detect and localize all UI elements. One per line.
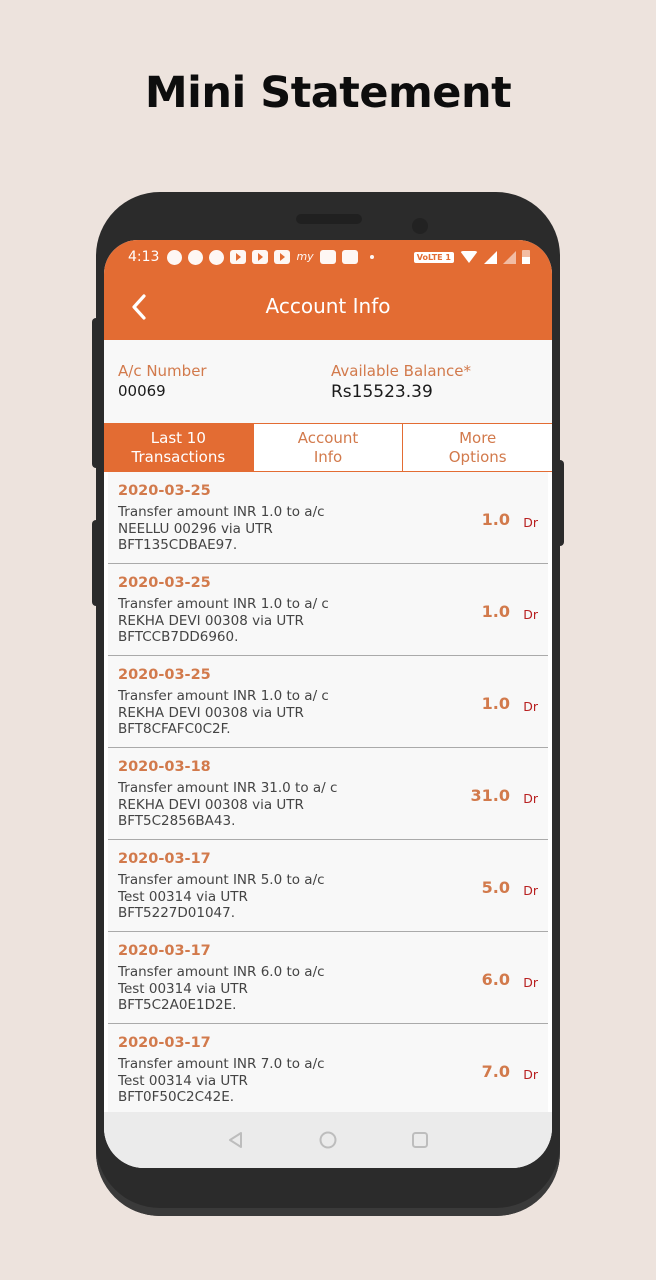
transaction-amount: 31.0 (470, 786, 510, 805)
tab-account-info[interactable]: Account Info (254, 424, 404, 471)
transaction-date: 2020-03-18 (118, 759, 211, 775)
transaction-list[interactable]: 2020-03-25 Transfer amount INR 1.0 to a/c… (104, 472, 552, 1112)
page-title: Account Info (265, 294, 391, 318)
system-nav-bar (104, 1112, 552, 1168)
transaction-description: Transfer amount INR 6.0 to a/c Test 0031… (118, 964, 325, 1013)
transaction-type: Dr (523, 699, 538, 714)
video-icon (230, 250, 247, 264)
nav-recents-button[interactable] (410, 1130, 430, 1150)
news-icon (341, 250, 358, 264)
recents-square-icon (412, 1132, 428, 1148)
tab-bar: Last 10 Transactions Account Info More Opt… (104, 423, 552, 472)
home-circle-icon (319, 1131, 337, 1149)
transaction-type: Dr (523, 607, 538, 622)
tab-last-10-transactions[interactable]: Last 10 Transactions (104, 424, 254, 471)
wifi-icon (460, 251, 478, 263)
transaction-description: Transfer amount INR 5.0 to a/c Test 0031… (118, 872, 325, 921)
transaction-date: 2020-03-25 (118, 483, 211, 499)
signal-icon (484, 250, 497, 264)
balance-label: Available Balance* (331, 362, 471, 380)
transaction-date: 2020-03-17 (118, 851, 211, 867)
transaction-description: Transfer amount INR 31.0 to a/ c REKHA D… (118, 780, 338, 829)
tab-label: Last 10 Transactions (131, 428, 226, 466)
more-notifications-dot-icon (369, 255, 374, 259)
transaction-type: Dr (523, 975, 538, 990)
phone-camera (412, 218, 428, 234)
transaction-date: 2020-03-17 (118, 943, 211, 959)
account-number-value: 00069 (118, 382, 166, 400)
transaction-date: 2020-03-17 (118, 1035, 211, 1051)
nav-home-button[interactable] (318, 1130, 338, 1150)
transaction-type: Dr (523, 515, 538, 530)
transaction-description: Transfer amount INR 1.0 to a/ c REKHA DE… (118, 596, 329, 645)
signal-icon (503, 250, 516, 264)
video-icon (274, 250, 291, 264)
transaction-row[interactable]: 2020-03-17 Transfer amount INR 6.0 to a/c… (108, 932, 548, 1024)
transaction-amount: 1.0 (481, 602, 510, 621)
status-time: 4:13 (128, 249, 160, 265)
transaction-type: Dr (523, 1067, 538, 1082)
transaction-description: Transfer amount INR 1.0 to a/c NEELLU 00… (118, 504, 325, 553)
myntra-icon: my (296, 250, 314, 263)
battery-icon (522, 250, 530, 264)
video-icon (252, 250, 269, 264)
transaction-row[interactable]: 2020-03-25 Transfer amount INR 1.0 to a/ … (108, 564, 548, 656)
account-summary: A/c Number 00069 Available Balance* Rs15… (104, 340, 552, 424)
status-bar: 4:13 my VoLTE 1 (104, 240, 552, 274)
balance-value: Rs15523.39 (331, 382, 433, 402)
volte-icon: VoLTE 1 (413, 251, 454, 263)
transaction-row[interactable]: 2020-03-17 Transfer amount INR 7.0 to a/c… (108, 1024, 548, 1112)
back-triangle-icon (229, 1132, 242, 1148)
whatsapp-icon (167, 249, 183, 265)
messenger-icon (209, 249, 225, 265)
clapper-icon (319, 250, 336, 264)
transaction-row[interactable]: 2020-03-18 Transfer amount INR 31.0 to a/… (108, 748, 548, 840)
transaction-description: Transfer amount INR 1.0 to a/ c REKHA DE… (118, 688, 329, 737)
transaction-type: Dr (523, 791, 538, 806)
notification-icons: my (167, 249, 383, 265)
tab-label: More Options (448, 428, 507, 466)
transaction-row[interactable]: 2020-03-25 Transfer amount INR 1.0 to a/ … (108, 656, 548, 748)
transaction-row[interactable]: 2020-03-17 Transfer amount INR 5.0 to a/c… (108, 840, 548, 932)
system-icons: VoLTE 1 (413, 250, 530, 264)
account-number-label: A/c Number (118, 362, 207, 380)
transaction-row[interactable]: 2020-03-25 Transfer amount INR 1.0 to a/c… (108, 472, 548, 564)
nav-back-button[interactable] (226, 1130, 246, 1150)
transaction-amount: 6.0 (481, 970, 510, 989)
transaction-type: Dr (523, 883, 538, 898)
transaction-amount: 7.0 (481, 1062, 510, 1081)
transaction-description: Transfer amount INR 7.0 to a/c Test 0031… (118, 1056, 325, 1105)
transaction-date: 2020-03-25 (118, 575, 211, 591)
transaction-amount: 1.0 (481, 694, 510, 713)
transaction-amount: 1.0 (481, 510, 510, 529)
page-headline: Mini Statement (144, 68, 512, 118)
phone-speaker (296, 214, 362, 224)
transaction-amount: 5.0 (481, 878, 510, 897)
tab-more-options[interactable]: More Options (403, 424, 552, 471)
app-bar: 4:13 my VoLTE 1 Account Info (104, 240, 552, 340)
transaction-date: 2020-03-25 (118, 667, 211, 683)
tab-label: Account Info (297, 428, 359, 466)
phone-screen: 4:13 my VoLTE 1 Account Info A/c Number … (104, 240, 552, 1168)
chat-bubble-icon (188, 249, 204, 265)
